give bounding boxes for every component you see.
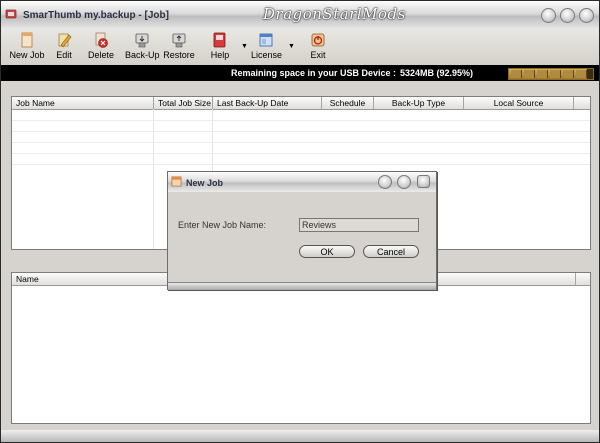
new-job-dialog: New Job Enter New Job Name: OK Cancel <box>167 171 437 290</box>
window-title: SmarThumb my.backup - [Job] <box>23 10 169 21</box>
column-header-last-backup-date[interactable]: Last Back-Up Date <box>213 97 322 109</box>
toolbar-edit-button[interactable]: Edit <box>52 32 76 64</box>
column-header-total-job-size[interactable]: Total Job Size <box>154 97 213 109</box>
toolbar-license-button[interactable]: License <box>251 32 283 64</box>
toolbar-help-label: Help <box>210 50 230 60</box>
usb-space-status-bar: Remaining space in your USB Device : 532… <box>1 65 599 81</box>
toolbar-backup-label: Back-Up <box>125 50 160 60</box>
column-header-job-name[interactable]: Job Name <box>12 97 154 109</box>
close-button[interactable] <box>579 8 594 23</box>
grid-row-line <box>12 120 590 121</box>
toolbar-exit-button[interactable]: Exit <box>306 32 330 64</box>
meter-segment <box>563 70 574 78</box>
grid-column-line <box>153 109 154 249</box>
cancel-button[interactable]: Cancel <box>363 245 419 258</box>
meter-segment <box>576 70 587 78</box>
license-dropdown-arrow-icon[interactable]: ▼ <box>288 43 295 50</box>
toolbar-delete-button[interactable]: Delete <box>85 32 117 64</box>
job-name-prompt-label: Enter New Job Name: <box>178 220 267 230</box>
toolbar: New Job Edit Delete Back-Up Restore Help… <box>1 29 599 65</box>
grid-row-line <box>12 164 590 165</box>
exit-icon <box>311 33 325 47</box>
delete-icon <box>95 32 108 48</box>
toolbar-restore-label: Restore <box>163 50 195 60</box>
files-table[interactable]: Name <box>11 272 591 424</box>
grid-row-line <box>12 153 590 154</box>
toolbar-delete-label: Delete <box>87 50 114 60</box>
toolbar-help-button[interactable]: Help <box>207 32 233 64</box>
toolbar-restore-button[interactable]: Restore <box>162 32 196 64</box>
meter-segment <box>550 70 561 78</box>
grid-row-line <box>12 142 590 143</box>
toolbar-license-label: License <box>251 50 283 60</box>
help-dropdown-arrow-icon[interactable]: ▼ <box>241 43 248 50</box>
edit-pencil-icon <box>58 33 72 48</box>
job-name-input[interactable] <box>299 218 419 232</box>
app-icon <box>5 9 17 19</box>
meter-segment <box>537 70 548 78</box>
meter-segment <box>511 70 522 78</box>
dialog-close-button[interactable] <box>417 175 430 188</box>
dialog-maximize-button[interactable] <box>397 175 411 189</box>
jobs-table-header: Job Name Total Job Size Last Back-Up Dat… <box>12 97 590 110</box>
meter-segment <box>524 70 535 78</box>
dialog-minimize-button[interactable] <box>378 175 392 189</box>
toolbar-exit-label: Exit <box>310 50 326 60</box>
watermark-text: DragonStarlMods <box>263 5 406 23</box>
maximize-button[interactable] <box>560 8 575 23</box>
dialog-app-icon <box>171 176 182 187</box>
dialog-title: New Job <box>186 178 224 188</box>
usb-space-value: 5324MB (92.95%) <box>400 68 474 78</box>
toolbar-edit-label: Edit <box>56 50 72 60</box>
title-bar[interactable]: SmarThumb my.backup - [Job] DragonStarlM… <box>1 1 599 29</box>
minimize-button[interactable] <box>541 8 556 23</box>
new-job-icon <box>21 32 33 48</box>
toolbar-new-job-label: New Job <box>9 50 45 60</box>
window-bottom-border <box>1 430 599 442</box>
help-icon <box>213 32 226 48</box>
usb-space-meter <box>508 68 594 80</box>
dialog-bottom-border <box>168 282 436 290</box>
restore-icon <box>172 33 186 48</box>
column-header-backup-type[interactable]: Back-Up Type <box>374 97 464 109</box>
ok-button[interactable]: OK <box>299 245 355 258</box>
toolbar-backup-button[interactable]: Back-Up <box>125 32 160 64</box>
license-icon <box>259 33 273 47</box>
column-header-local-source[interactable]: Local Source <box>464 97 574 109</box>
column-header-schedule[interactable]: Schedule <box>322 97 374 109</box>
main-window: SmarThumb my.backup - [Job] DragonStarlM… <box>0 0 600 443</box>
toolbar-new-job-button[interactable]: New Job <box>9 32 45 64</box>
usb-space-label: Remaining space in your USB Device : <box>231 68 397 78</box>
grid-row-line <box>12 131 590 132</box>
dialog-title-bar[interactable]: New Job <box>168 172 436 192</box>
backup-icon <box>135 33 149 48</box>
